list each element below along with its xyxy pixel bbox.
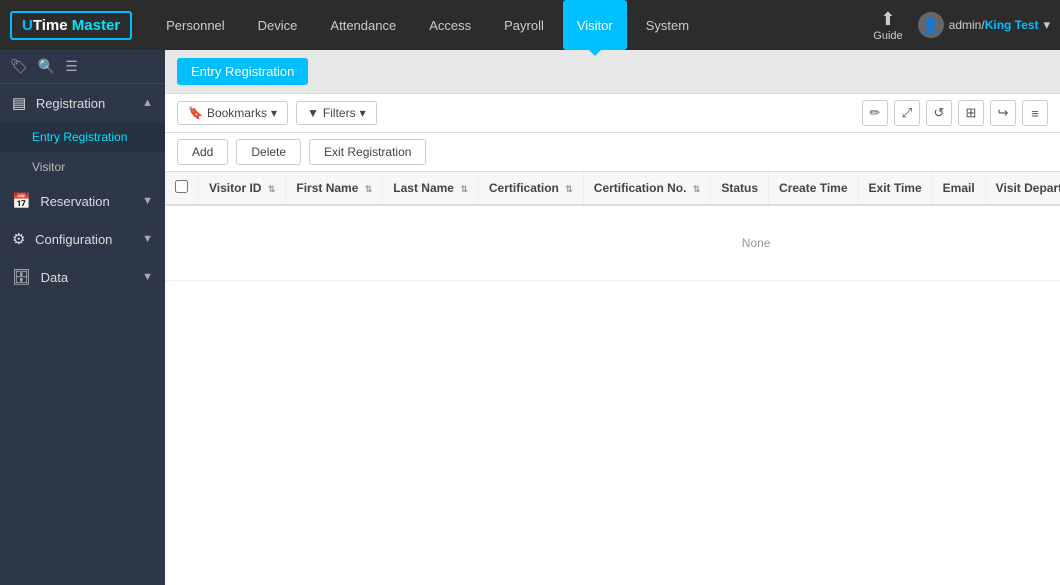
edit-icon-btn[interactable]: ✏ — [862, 100, 888, 126]
logo-master: Master — [72, 17, 120, 34]
nav-system[interactable]: System — [632, 0, 703, 50]
tag-icon[interactable]: 🏷 — [10, 58, 28, 75]
sidebar-header-reservation[interactable]: 📅 Reservation ▼ — [0, 182, 165, 220]
sidebar-item-entry-registration[interactable]: Entry Registration — [0, 122, 165, 152]
data-section-icon: 🗄 — [12, 269, 31, 286]
sidebar-header-registration[interactable]: ▤ Registration ▲ — [0, 84, 165, 122]
search-icon[interactable]: 🔍 — [38, 58, 55, 75]
exit-registration-button[interactable]: Exit Registration — [309, 139, 426, 165]
th-last-name[interactable]: Last Name ⇅ — [383, 172, 479, 205]
app-logo[interactable]: UTime Master — [10, 11, 132, 40]
settings-icon-btn[interactable]: ≡ — [1022, 100, 1048, 126]
user-menu[interactable]: 👤 admin/King Test ▾ — [918, 12, 1050, 38]
bookmark-icon: 🔖 — [188, 106, 203, 120]
sidebar: 🏷 🔍 ☰ ▤ Registration ▲ Entry Registratio… — [0, 50, 165, 585]
list-icon[interactable]: ☰ — [65, 58, 78, 75]
registration-arrow-icon: ▲ — [142, 97, 153, 109]
filters-label: Filters — [323, 106, 356, 120]
filters-arrow-icon: ▾ — [360, 106, 366, 120]
user-avatar: 👤 — [918, 12, 944, 38]
sidebar-header-data[interactable]: 🗄 Data ▼ — [0, 258, 165, 296]
expand-icon-btn[interactable]: ⤢ — [894, 100, 920, 126]
table-header-row: Visitor ID ⇅ First Name ⇅ Last Name ⇅ — [165, 172, 1060, 205]
nav-device[interactable]: Device — [244, 0, 312, 50]
sidebar-section-configuration: ⚙ Configuration ▼ — [0, 220, 165, 258]
export-icon-btn[interactable]: ↪ — [990, 100, 1016, 126]
guide-button[interactable]: ⬆ Guide — [873, 9, 902, 42]
registration-section-icon: ▤ — [12, 95, 26, 112]
sort-certification: ⇅ — [565, 184, 573, 194]
th-email[interactable]: Email — [932, 172, 985, 205]
delete-button[interactable]: Delete — [236, 139, 301, 165]
sort-first-name: ⇅ — [365, 184, 373, 194]
filter-icon: ▼ — [307, 106, 319, 120]
sidebar-section-data: 🗄 Data ▼ — [0, 258, 165, 296]
empty-state-text: None — [165, 205, 1060, 281]
logo-u: U — [22, 17, 33, 34]
main-layout: 🏷 🔍 ☰ ▤ Registration ▲ Entry Registratio… — [0, 50, 1060, 585]
th-certification[interactable]: Certification ⇅ — [478, 172, 583, 205]
sidebar-header-configuration[interactable]: ⚙ Configuration ▼ — [0, 220, 165, 258]
bookmarks-button[interactable]: 🔖 Bookmarks ▾ — [177, 101, 288, 125]
nav-payroll[interactable]: Payroll — [490, 0, 558, 50]
refresh-icon-btn[interactable]: ↺ — [926, 100, 952, 126]
toolbar: 🔖 Bookmarks ▾ ▼ Filters ▾ ✏ ⤢ ↺ ⊞ ↪ ≡ — [165, 94, 1060, 133]
guide-icon: ⬆ — [880, 9, 895, 30]
sub-header: Entry Registration — [165, 50, 1060, 94]
th-certification-no[interactable]: Certification No. ⇅ — [583, 172, 711, 205]
main-content: Entry Registration 🔖 Bookmarks ▾ ▼ Filte… — [165, 50, 1060, 585]
action-bar: Add Delete Exit Registration — [165, 133, 1060, 172]
configuration-arrow-icon: ▼ — [142, 233, 153, 245]
th-create-time[interactable]: Create Time — [769, 172, 858, 205]
th-visitor-id[interactable]: Visitor ID ⇅ — [199, 172, 286, 205]
sidebar-section-registration: ▤ Registration ▲ Entry Registration Visi… — [0, 84, 165, 182]
user-dropdown-icon: ▾ — [1043, 17, 1050, 33]
select-all-checkbox[interactable] — [175, 180, 188, 193]
th-checkbox[interactable] — [165, 172, 199, 205]
sidebar-configuration-label: Configuration — [35, 232, 112, 247]
nav-personnel[interactable]: Personnel — [152, 0, 239, 50]
sidebar-data-label: Data — [41, 270, 68, 285]
sort-certification-no: ⇅ — [693, 184, 701, 194]
data-arrow-icon: ▼ — [142, 271, 153, 283]
nav-access[interactable]: Access — [415, 0, 485, 50]
entry-registration-page-btn[interactable]: Entry Registration — [177, 58, 308, 85]
th-status[interactable]: Status — [711, 172, 769, 205]
data-table: Visitor ID ⇅ First Name ⇅ Last Name ⇅ — [165, 172, 1060, 281]
reservation-section-icon: 📅 — [12, 193, 31, 210]
nav-attendance[interactable]: Attendance — [316, 0, 410, 50]
filters-button[interactable]: ▼ Filters ▾ — [296, 101, 377, 125]
th-visit-department[interactable]: Visit Department — [985, 172, 1060, 205]
top-nav: UTime Master Personnel Device Attendance… — [0, 0, 1060, 50]
sidebar-item-visitor[interactable]: Visitor — [0, 152, 165, 182]
empty-state-row: None — [165, 205, 1060, 281]
data-table-container[interactable]: Visitor ID ⇅ First Name ⇅ Last Name ⇅ — [165, 172, 1060, 585]
bookmarks-label: Bookmarks — [207, 106, 267, 120]
th-first-name[interactable]: First Name ⇅ — [286, 172, 383, 205]
reservation-arrow-icon: ▼ — [142, 195, 153, 207]
bookmarks-arrow-icon: ▾ — [271, 106, 277, 120]
configuration-section-icon: ⚙ — [12, 231, 25, 248]
sidebar-registration-label: Registration — [36, 96, 105, 111]
nav-items: Personnel Device Attendance Access Payro… — [152, 0, 873, 50]
logo-time: Time — [33, 17, 68, 34]
sort-last-name: ⇅ — [460, 184, 468, 194]
sidebar-icons-row: 🏷 🔍 ☰ — [0, 50, 165, 84]
guide-label: Guide — [873, 30, 902, 42]
th-exit-time[interactable]: Exit Time — [858, 172, 932, 205]
right-icon-group: ✏ ⤢ ↺ ⊞ ↪ ≡ — [862, 100, 1048, 126]
nav-visitor[interactable]: Visitor — [563, 0, 627, 50]
add-button[interactable]: Add — [177, 139, 228, 165]
sidebar-section-reservation: 📅 Reservation ▼ — [0, 182, 165, 220]
top-right-area: ⬆ Guide 👤 admin/King Test ▾ — [873, 9, 1050, 42]
user-name: admin/King Test — [949, 18, 1039, 32]
sort-visitor-id: ⇅ — [268, 184, 276, 194]
sidebar-reservation-label: Reservation — [40, 194, 109, 209]
columns-icon-btn[interactable]: ⊞ — [958, 100, 984, 126]
